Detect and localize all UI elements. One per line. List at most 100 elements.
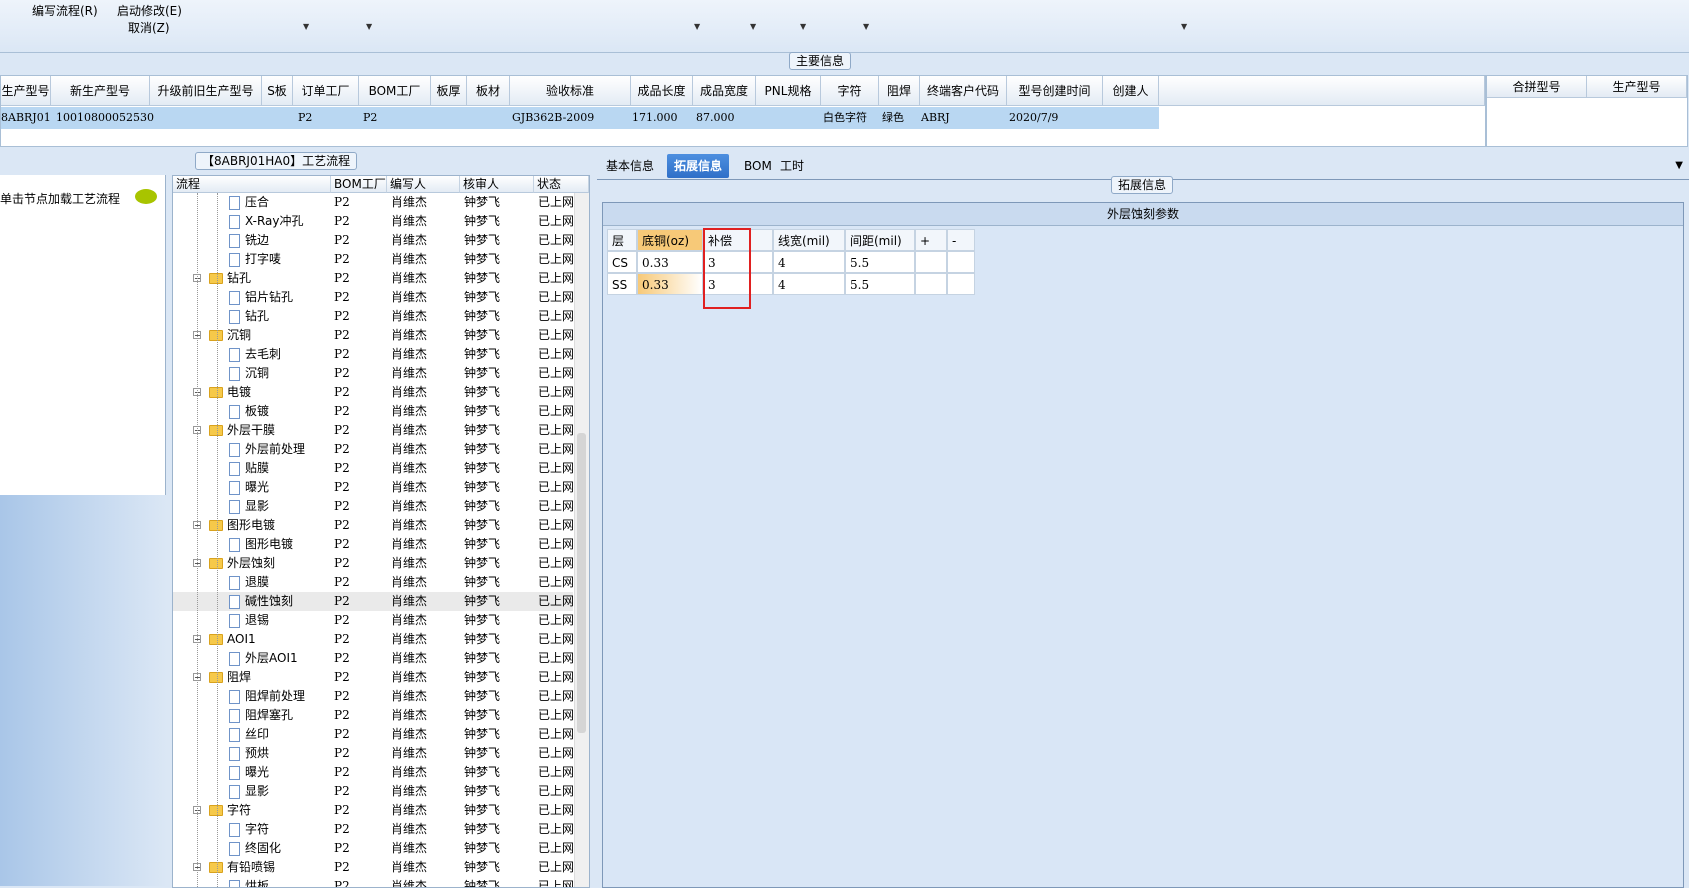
col-header[interactable]: 字符 bbox=[821, 76, 879, 106]
prod-model-cell[interactable]: 8ABRJ01HA0 bbox=[1, 107, 51, 129]
chevron-down-icon[interactable]: ▼ bbox=[863, 22, 869, 31]
tree-row[interactable]: 退膜 P2 肖维杰 钟梦飞 已上网 bbox=[173, 573, 574, 592]
line-width-cell[interactable]: 4 bbox=[773, 273, 845, 295]
standard-cell[interactable]: GJB362B-2009 bbox=[512, 107, 594, 129]
tree-row[interactable]: 显影 P2 肖维杰 钟梦飞 已上网 bbox=[173, 782, 574, 801]
tree-row[interactable]: − 钻孔 P2 肖维杰 钟梦飞 已上网 bbox=[173, 269, 574, 288]
tab-hours[interactable]: 工时 bbox=[773, 154, 811, 178]
col-header[interactable]: 流程 bbox=[173, 176, 331, 193]
tree-row[interactable]: − 字符 P2 肖维杰 钟梦飞 已上网 bbox=[173, 801, 574, 820]
created-cell[interactable]: 2020/7/9 bbox=[1009, 107, 1058, 129]
tree-row[interactable]: 铣边 P2 肖维杰 钟梦飞 已上网 bbox=[173, 231, 574, 250]
col-header[interactable]: 编写人 bbox=[387, 176, 460, 193]
col-header[interactable]: 成品宽度 bbox=[693, 76, 756, 106]
col-header[interactable]: 层 bbox=[607, 229, 637, 251]
col-header[interactable]: 核审人 bbox=[460, 176, 534, 193]
tree-row[interactable]: 碱性蚀刻 P2 肖维杰 钟梦飞 已上网 bbox=[173, 592, 574, 611]
col-header[interactable]: PNL规格 bbox=[756, 76, 821, 106]
tree-row[interactable]: 阻焊塞孔 P2 肖维杰 钟梦飞 已上网 bbox=[173, 706, 574, 725]
col-header[interactable]: 阻焊 bbox=[879, 76, 920, 106]
tree-row[interactable]: 预烘 P2 肖维杰 钟梦飞 已上网 bbox=[173, 744, 574, 763]
layer-cell[interactable]: CS bbox=[607, 251, 637, 273]
tab-extended-info[interactable]: 拓展信息 bbox=[667, 154, 730, 178]
chevron-down-icon[interactable]: ▼ bbox=[1181, 22, 1187, 31]
col-header[interactable]: 合拼型号 bbox=[1487, 76, 1587, 98]
cancel-button[interactable]: 取消(Z) bbox=[128, 19, 170, 36]
col-header[interactable]: 状态 bbox=[534, 176, 589, 193]
chevron-down-icon[interactable]: ▼ bbox=[366, 22, 372, 31]
process-tree[interactable]: 流程 BOM工厂 编写人 核审人 状态 压合 P2 肖维杰 钟梦飞 已上网 X-Ray冲孔… bbox=[172, 175, 590, 888]
col-header[interactable]: 底铜(oz) bbox=[637, 229, 703, 251]
tree-row[interactable]: 显影 P2 肖维杰 钟梦飞 已上网 bbox=[173, 497, 574, 516]
solder-cell[interactable]: 绿色 bbox=[882, 107, 904, 129]
chat-bubble-icon[interactable] bbox=[135, 189, 157, 204]
col-header[interactable]: 升级前旧生产型号 bbox=[150, 76, 262, 106]
col-header[interactable]: 生产型号 bbox=[1587, 76, 1687, 98]
col-header[interactable]: 创建人 bbox=[1103, 76, 1159, 106]
write-flow-button[interactable]: 编写流程(R) bbox=[32, 2, 98, 19]
tree-row[interactable]: 沉铜 P2 肖维杰 钟梦飞 已上网 bbox=[173, 364, 574, 383]
col-header[interactable]: BOM工厂 bbox=[359, 76, 431, 106]
chevron-down-icon[interactable]: ▼ bbox=[750, 22, 756, 31]
chevron-down-icon[interactable]: ▼ bbox=[1675, 160, 1683, 171]
tree-row[interactable]: − 图形电镀 P2 肖维杰 钟梦飞 已上网 bbox=[173, 516, 574, 535]
line-width-cell[interactable]: 4 bbox=[773, 251, 845, 273]
col-header[interactable]: 生产型号 bbox=[1, 76, 51, 106]
tree-row[interactable]: − 沉铜 P2 肖维杰 钟梦飞 已上网 bbox=[173, 326, 574, 345]
col-header[interactable]: 成品长度 bbox=[631, 76, 693, 106]
tree-row[interactable]: − 外层蚀刻 P2 肖维杰 钟梦飞 已上网 bbox=[173, 554, 574, 573]
tree-row[interactable]: − 有铅喷锡 P2 肖维杰 钟梦飞 已上网 bbox=[173, 858, 574, 877]
tree-row[interactable]: 阻焊前处理 P2 肖维杰 钟梦飞 已上网 bbox=[173, 687, 574, 706]
customer-cell[interactable]: ABRJ bbox=[921, 107, 950, 129]
tree-row[interactable]: 终固化 P2 肖维杰 钟梦飞 已上网 bbox=[173, 839, 574, 858]
col-header[interactable]: 型号创建时间 bbox=[1007, 76, 1103, 106]
tree-row[interactable]: 曝光 P2 肖维杰 钟梦飞 已上网 bbox=[173, 763, 574, 782]
tree-row[interactable]: − 电镀 P2 肖维杰 钟梦飞 已上网 bbox=[173, 383, 574, 402]
tree-row[interactable]: 板镀 P2 肖维杰 钟梦飞 已上网 bbox=[173, 402, 574, 421]
tree-row[interactable]: X-Ray冲孔 P2 肖维杰 钟梦飞 已上网 bbox=[173, 212, 574, 231]
tree-row[interactable]: 退锡 P2 肖维杰 钟梦飞 已上网 bbox=[173, 611, 574, 630]
tree-row[interactable]: − AOI1 P2 肖维杰 钟梦飞 已上网 bbox=[173, 630, 574, 649]
col-header[interactable]: 订单工厂 bbox=[293, 76, 359, 106]
tree-row[interactable]: 打字唛 P2 肖维杰 钟梦飞 已上网 bbox=[173, 250, 574, 269]
tree-row[interactable]: 钻孔 P2 肖维杰 钟梦飞 已上网 bbox=[173, 307, 574, 326]
spacing-cell[interactable]: 5.5 bbox=[845, 251, 915, 273]
spacing-cell[interactable]: 5.5 bbox=[845, 273, 915, 295]
col-header[interactable]: 验收标准 bbox=[510, 76, 631, 106]
copper-cell[interactable]: 0.33 bbox=[637, 251, 703, 273]
start-modify-button[interactable]: 启动修改(E) bbox=[117, 2, 182, 19]
col-header[interactable]: BOM工厂 bbox=[331, 176, 387, 193]
tree-row[interactable]: 贴膜 P2 肖维杰 钟梦飞 已上网 bbox=[173, 459, 574, 478]
chevron-down-icon[interactable]: ▼ bbox=[303, 22, 309, 31]
col-header[interactable]: 板材 bbox=[467, 76, 510, 106]
tree-row[interactable]: 字符 P2 肖维杰 钟梦飞 已上网 bbox=[173, 820, 574, 839]
tree-row[interactable]: 去毛刺 P2 肖维杰 钟梦飞 已上网 bbox=[173, 345, 574, 364]
chevron-down-icon[interactable]: ▼ bbox=[800, 22, 806, 31]
scrollbar[interactable] bbox=[574, 193, 589, 887]
tree-row[interactable]: 外层前处理 P2 肖维杰 钟梦飞 已上网 bbox=[173, 440, 574, 459]
col-header[interactable]: 终端客户代码 bbox=[920, 76, 1007, 106]
tree-row[interactable]: 外层AOI1 P2 肖维杰 钟梦飞 已上网 bbox=[173, 649, 574, 668]
char-cell[interactable]: 白色字符 bbox=[823, 107, 867, 129]
col-header[interactable]: 线宽(mil) bbox=[773, 229, 845, 251]
add-column-button[interactable]: + bbox=[915, 229, 947, 251]
tree-row[interactable]: 烘板 P2 肖维杰 钟梦飞 已上网 bbox=[173, 877, 574, 887]
tree-row[interactable]: 铝片钻孔 P2 肖维杰 钟梦飞 已上网 bbox=[173, 288, 574, 307]
tree-row[interactable]: − 阻焊 P2 肖维杰 钟梦飞 已上网 bbox=[173, 668, 574, 687]
col-header[interactable]: 间距(mil) bbox=[845, 229, 915, 251]
order-factory-cell[interactable]: P2 bbox=[298, 107, 312, 129]
col-header[interactable]: 新生产型号 bbox=[51, 76, 150, 106]
copper-cell[interactable]: 0.33 bbox=[637, 273, 703, 295]
chevron-down-icon[interactable]: ▼ bbox=[694, 22, 700, 31]
tree-row[interactable]: 压合 P2 肖维杰 钟梦飞 已上网 bbox=[173, 193, 574, 212]
tree-row[interactable]: 丝印 P2 肖维杰 钟梦飞 已上网 bbox=[173, 725, 574, 744]
length-cell[interactable]: 171.000 bbox=[632, 107, 678, 129]
tree-row[interactable]: − 外层干膜 P2 肖维杰 钟梦飞 已上网 bbox=[173, 421, 574, 440]
layer-cell[interactable]: SS bbox=[607, 273, 637, 295]
tab-basic-info[interactable]: 基本信息 bbox=[599, 154, 661, 178]
width-cell[interactable]: 87.000 bbox=[696, 107, 735, 129]
model-tree-area[interactable]: 单击节点加载工艺流程 bbox=[0, 175, 166, 495]
tree-row[interactable]: 图形电镀 P2 肖维杰 钟梦飞 已上网 bbox=[173, 535, 574, 554]
bom-factory-cell[interactable]: P2 bbox=[363, 107, 377, 129]
tree-row[interactable]: 曝光 P2 肖维杰 钟梦飞 已上网 bbox=[173, 478, 574, 497]
